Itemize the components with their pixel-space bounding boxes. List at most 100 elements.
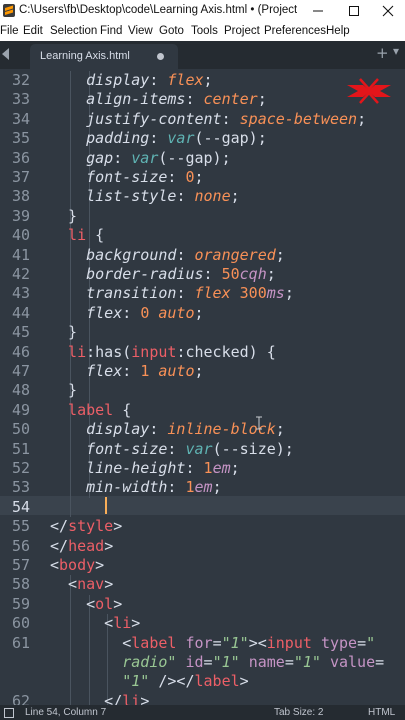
- code-line[interactable]: label {: [50, 401, 131, 420]
- code-token: ;: [266, 265, 276, 283]
- code-line[interactable]: font-size: var(--size);: [50, 440, 294, 459]
- code-token: ;: [275, 245, 285, 264]
- code-line[interactable]: min-width: 1em;: [50, 478, 221, 497]
- code-line[interactable]: list-style: none;: [50, 187, 240, 206]
- maximize-button[interactable]: [336, 0, 372, 22]
- code-token: transition: [50, 284, 177, 303]
- code-line[interactable]: justify-content: space-between;: [50, 110, 366, 129]
- minimize-icon: [313, 10, 323, 12]
- code-token: value: [329, 653, 376, 671]
- line-number: 53: [11, 478, 30, 497]
- code-token: gap: [50, 148, 114, 167]
- line-number: 39: [11, 206, 30, 225]
- code-token: flex: [167, 71, 204, 89]
- tab-size-selector[interactable]: Tab Size: 2: [274, 707, 323, 718]
- code-token: var: [131, 148, 159, 167]
- code-token: flex: [50, 303, 123, 322]
- menu-preferences[interactable]: Preferences: [264, 25, 326, 37]
- code-line[interactable]: [50, 498, 86, 517]
- line-number: 47: [11, 362, 30, 380]
- menu-edit[interactable]: Edit: [23, 25, 43, 37]
- close-button[interactable]: [370, 0, 405, 22]
- code-token: 0: [140, 303, 150, 322]
- code-token: name: [248, 653, 285, 671]
- code-line[interactable]: transition: flex 300ms;: [50, 284, 294, 303]
- code-line[interactable]: </style>: [50, 517, 122, 536]
- menu-bar: File Edit Selection Find View Goto Tools…: [0, 22, 405, 41]
- code-line[interactable]: radio" id="1" name="1" value=: [50, 653, 384, 672]
- code-token: :: [176, 284, 195, 303]
- code-token: >: [131, 614, 141, 633]
- code-line[interactable]: </li>: [50, 692, 149, 705]
- code-line[interactable]: <nav>: [50, 575, 113, 594]
- syntax-selector[interactable]: HTML: [368, 707, 395, 718]
- code-line[interactable]: <ol>: [50, 595, 122, 614]
- code-token: =: [284, 653, 294, 671]
- code-token: nav: [77, 575, 105, 594]
- code-token: flex: [50, 362, 123, 380]
- line-number: 61: [11, 633, 30, 652]
- code-token: radio": [122, 653, 177, 671]
- code-line[interactable]: flex: 0 auto;: [50, 303, 203, 323]
- maximize-icon: [349, 6, 359, 16]
- code-token: (--gap);: [158, 148, 231, 167]
- title-bar: C:\Users\fb\Desktop\code\Learning Axis.h…: [0, 0, 405, 22]
- code-token: <: [50, 575, 78, 594]
- menu-file[interactable]: File: [0, 25, 19, 37]
- code-token: background: [50, 245, 177, 264]
- code-line[interactable]: padding: var(--gap);: [50, 129, 267, 148]
- code-token: orangered: [194, 245, 276, 264]
- code-line[interactable]: <li>: [50, 614, 140, 633]
- code-line[interactable]: background: orangered;: [50, 246, 285, 265]
- code-token: none: [194, 187, 231, 206]
- code-token: li: [50, 226, 87, 245]
- menu-view[interactable]: View: [128, 25, 153, 37]
- code-token: style: [68, 517, 114, 536]
- code-editor[interactable]: 32 33 34 35 36 37 38 39 40 41 42 43 44 45 46 47 48 49 50 51…: [0, 69, 405, 705]
- code-line[interactable]: display: inline-block;: [50, 420, 285, 439]
- code-token: display: [50, 71, 150, 89]
- tab-learning-axis[interactable]: Learning Axis.html: [30, 44, 178, 69]
- code-line[interactable]: <label for="1"><input type=": [50, 634, 375, 653]
- tab-scroll-left-icon[interactable]: [2, 48, 9, 60]
- code-line[interactable]: border-radius: 50cqh;: [50, 265, 276, 284]
- code-token: label: [50, 400, 114, 419]
- menu-find[interactable]: Find: [100, 25, 122, 37]
- code-line[interactable]: }: [50, 323, 77, 342]
- code-token: li: [113, 614, 132, 633]
- code-line[interactable]: li:has(input:checked) {: [50, 343, 276, 362]
- minimize-button[interactable]: [300, 0, 336, 22]
- code-line[interactable]: "1" /></label>: [50, 672, 248, 691]
- code-line[interactable]: li {: [50, 226, 104, 245]
- code-line[interactable]: gap: var(--gap);: [50, 149, 231, 168]
- tab-bar: Learning Axis.html + ▾: [0, 41, 405, 69]
- line-number: 42: [11, 265, 30, 283]
- line-number: 38: [11, 187, 30, 206]
- cursor-position[interactable]: Line 54, Column 7: [25, 707, 106, 718]
- panel-toggle-icon[interactable]: [4, 708, 14, 718]
- code-line[interactable]: flex: 1 auto;: [50, 362, 203, 381]
- code-line[interactable]: </head>: [50, 537, 113, 556]
- new-tab-plus-icon[interactable]: +: [376, 44, 389, 62]
- code-line[interactable]: }: [50, 207, 77, 226]
- tab-list-chevron-icon[interactable]: ▾: [393, 44, 399, 58]
- code-line[interactable]: align-items: center;: [50, 90, 267, 109]
- code-line[interactable]: <body>: [50, 556, 104, 575]
- code-line[interactable]: font-size: 0;: [50, 168, 203, 187]
- code-line[interactable]: display: flex;: [50, 71, 212, 90]
- menu-help[interactable]: Help: [326, 25, 350, 37]
- code-token: flex: [194, 284, 231, 303]
- menu-project[interactable]: Project: [224, 25, 260, 37]
- code-line[interactable]: line-height: 1em;: [50, 459, 240, 478]
- code-line[interactable]: }: [50, 381, 77, 400]
- code-token: ;: [257, 90, 267, 109]
- code-token: 50: [221, 265, 240, 283]
- menu-tools[interactable]: Tools: [191, 25, 218, 37]
- menu-goto[interactable]: Goto: [159, 25, 184, 37]
- code-token: em: [212, 459, 231, 477]
- menu-selection[interactable]: Selection: [50, 25, 97, 37]
- unsaved-dot-icon[interactable]: [157, 53, 164, 60]
- code-token: :: [176, 187, 195, 206]
- code-token: li: [50, 342, 87, 361]
